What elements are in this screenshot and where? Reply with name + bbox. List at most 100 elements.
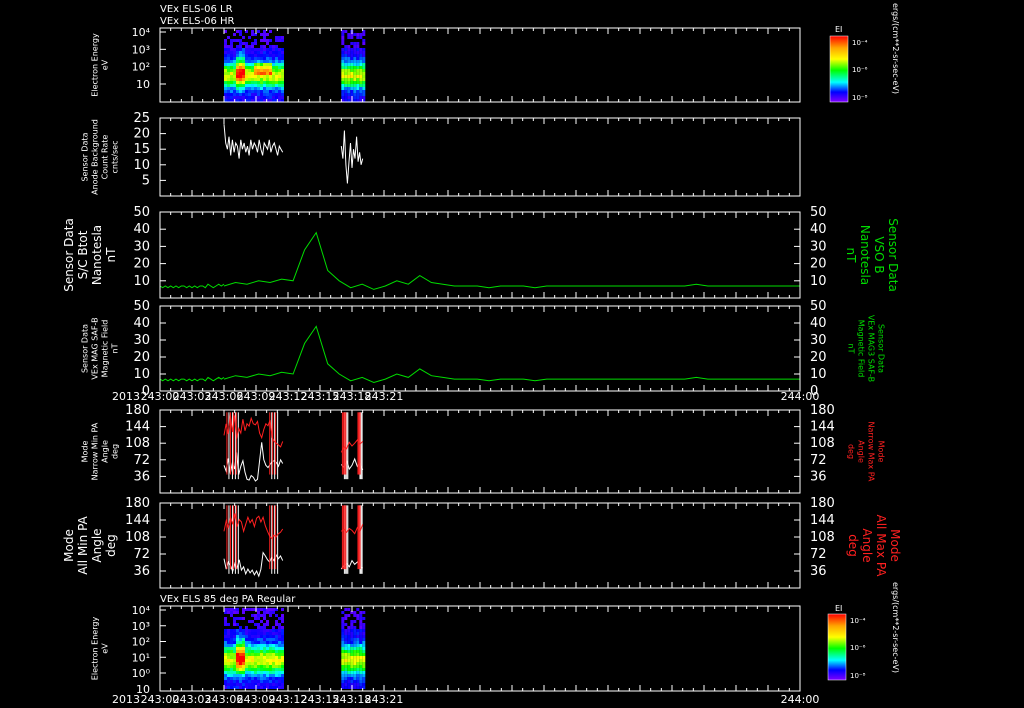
heatmap-cell <box>245 647 248 650</box>
heatmap-cell <box>248 629 251 632</box>
heatmap-cell <box>263 680 266 683</box>
heatmap-cell <box>281 84 284 87</box>
heatmap-cell <box>248 81 251 84</box>
heatmap-cell <box>356 686 360 689</box>
heatmap-cell <box>356 60 360 63</box>
heatmap-cell <box>233 611 236 614</box>
y-tick-label: 20 <box>133 350 150 365</box>
panel-2: Sensor Data Anode Background Count Rate cnt… <box>81 111 801 197</box>
heatmap-cell <box>278 662 281 665</box>
heatmap-cell <box>260 93 263 96</box>
heatmap-cell <box>236 78 239 81</box>
y-axis-label-right-line: Mode <box>888 529 902 562</box>
heatmap-cell <box>248 665 251 668</box>
series-line <box>223 124 284 159</box>
heatmap-cell <box>233 63 236 66</box>
heatmap-cell <box>257 93 260 96</box>
heatmap-cell <box>263 72 266 75</box>
heatmap-cell <box>236 96 239 99</box>
heatmap-cell <box>344 93 348 96</box>
heatmap-cell <box>230 686 233 689</box>
heatmap-cell <box>278 686 281 689</box>
heatmap-cell <box>224 75 227 78</box>
heatmap-cell <box>254 623 257 626</box>
heatmap-cell <box>341 75 345 78</box>
heatmap-cell <box>344 662 348 665</box>
heatmap-cell <box>269 611 272 614</box>
heatmap-cell <box>269 30 272 33</box>
heatmap-cell <box>227 84 230 87</box>
heatmap-cell <box>278 90 281 93</box>
heatmap-cell <box>263 96 266 99</box>
heatmap-cell <box>230 671 233 674</box>
heatmap-cell <box>278 641 281 644</box>
heatmap-cell <box>347 662 351 665</box>
heatmap-cell <box>266 638 269 641</box>
heatmap-cell <box>233 75 236 78</box>
heatmap-cell <box>227 608 230 611</box>
heatmap-cell <box>344 683 348 686</box>
heatmap-cell <box>341 69 345 72</box>
heatmap-cell <box>227 665 230 668</box>
time-axis: 2013 243:00243:03243:06243:09243:12243:15… <box>112 390 819 403</box>
heatmap-cell <box>356 614 360 617</box>
heatmap-cell <box>353 662 357 665</box>
y-axis-label-line: Angle <box>101 440 110 463</box>
heatmap-cell <box>362 647 366 650</box>
heatmap-cell <box>239 641 242 644</box>
heatmap-cell <box>353 69 357 72</box>
heatmap-cell <box>281 644 284 647</box>
year-label: 2013 <box>112 693 140 706</box>
heatmap-cell <box>341 623 345 626</box>
y-axis-label-line: Sensor Data <box>81 324 90 373</box>
heatmap-cell <box>236 644 239 647</box>
y-tick-label-right: 20 <box>810 257 827 272</box>
heatmap-cell <box>341 617 345 620</box>
heatmap-cell <box>260 51 263 54</box>
heatmap-cell <box>269 78 272 81</box>
heatmap-cell <box>248 90 251 93</box>
y-axis-label-right: ModeAll Max PAAngledeg <box>846 515 902 578</box>
heatmap-cell <box>359 78 363 81</box>
heatmap-cell <box>278 63 281 66</box>
heatmap-cell <box>269 45 272 48</box>
heatmap-cell <box>344 48 348 51</box>
heatmap-cell <box>362 42 366 45</box>
heatmap-cell <box>278 54 281 57</box>
heatmap-cell <box>251 75 254 78</box>
heatmap-cell <box>353 674 357 677</box>
heatmap-cell <box>263 66 266 69</box>
heatmap-cell <box>236 60 239 63</box>
heatmap-cell <box>356 75 360 78</box>
heatmap-cell <box>248 635 251 638</box>
heatmap-cell <box>245 90 248 93</box>
heatmap-cell <box>257 662 260 665</box>
time-tick-label: 243:21 <box>365 390 404 403</box>
heatmap-cell <box>356 36 360 39</box>
heatmap-cell <box>266 683 269 686</box>
heatmap-cell <box>230 57 233 60</box>
heatmap-cell <box>266 656 269 659</box>
heatmap-cell <box>224 78 227 81</box>
heatmap-cell <box>275 36 278 39</box>
heatmap-cell <box>254 78 257 81</box>
heatmap-cell <box>239 662 242 665</box>
heatmap-cell <box>245 674 248 677</box>
heatmap-cell <box>281 629 284 632</box>
heatmap-cell <box>347 638 351 641</box>
heatmap-cell <box>227 78 230 81</box>
heatmap-cell <box>353 626 357 629</box>
heatmap-cell <box>248 638 251 641</box>
heatmap-cell <box>230 93 233 96</box>
heatmap-cell <box>347 69 351 72</box>
series-line <box>223 325 800 384</box>
heatmap-cell <box>251 33 254 36</box>
heatmap-cell <box>260 45 263 48</box>
heatmap-cell <box>236 69 239 72</box>
heatmap-cell <box>353 75 357 78</box>
header-line1: VEx ELS-06 LR <box>160 4 233 15</box>
heatmap-cell <box>356 33 360 36</box>
heatmap-cell <box>275 680 278 683</box>
heatmap-cell <box>236 674 239 677</box>
heatmap-cell <box>359 647 363 650</box>
